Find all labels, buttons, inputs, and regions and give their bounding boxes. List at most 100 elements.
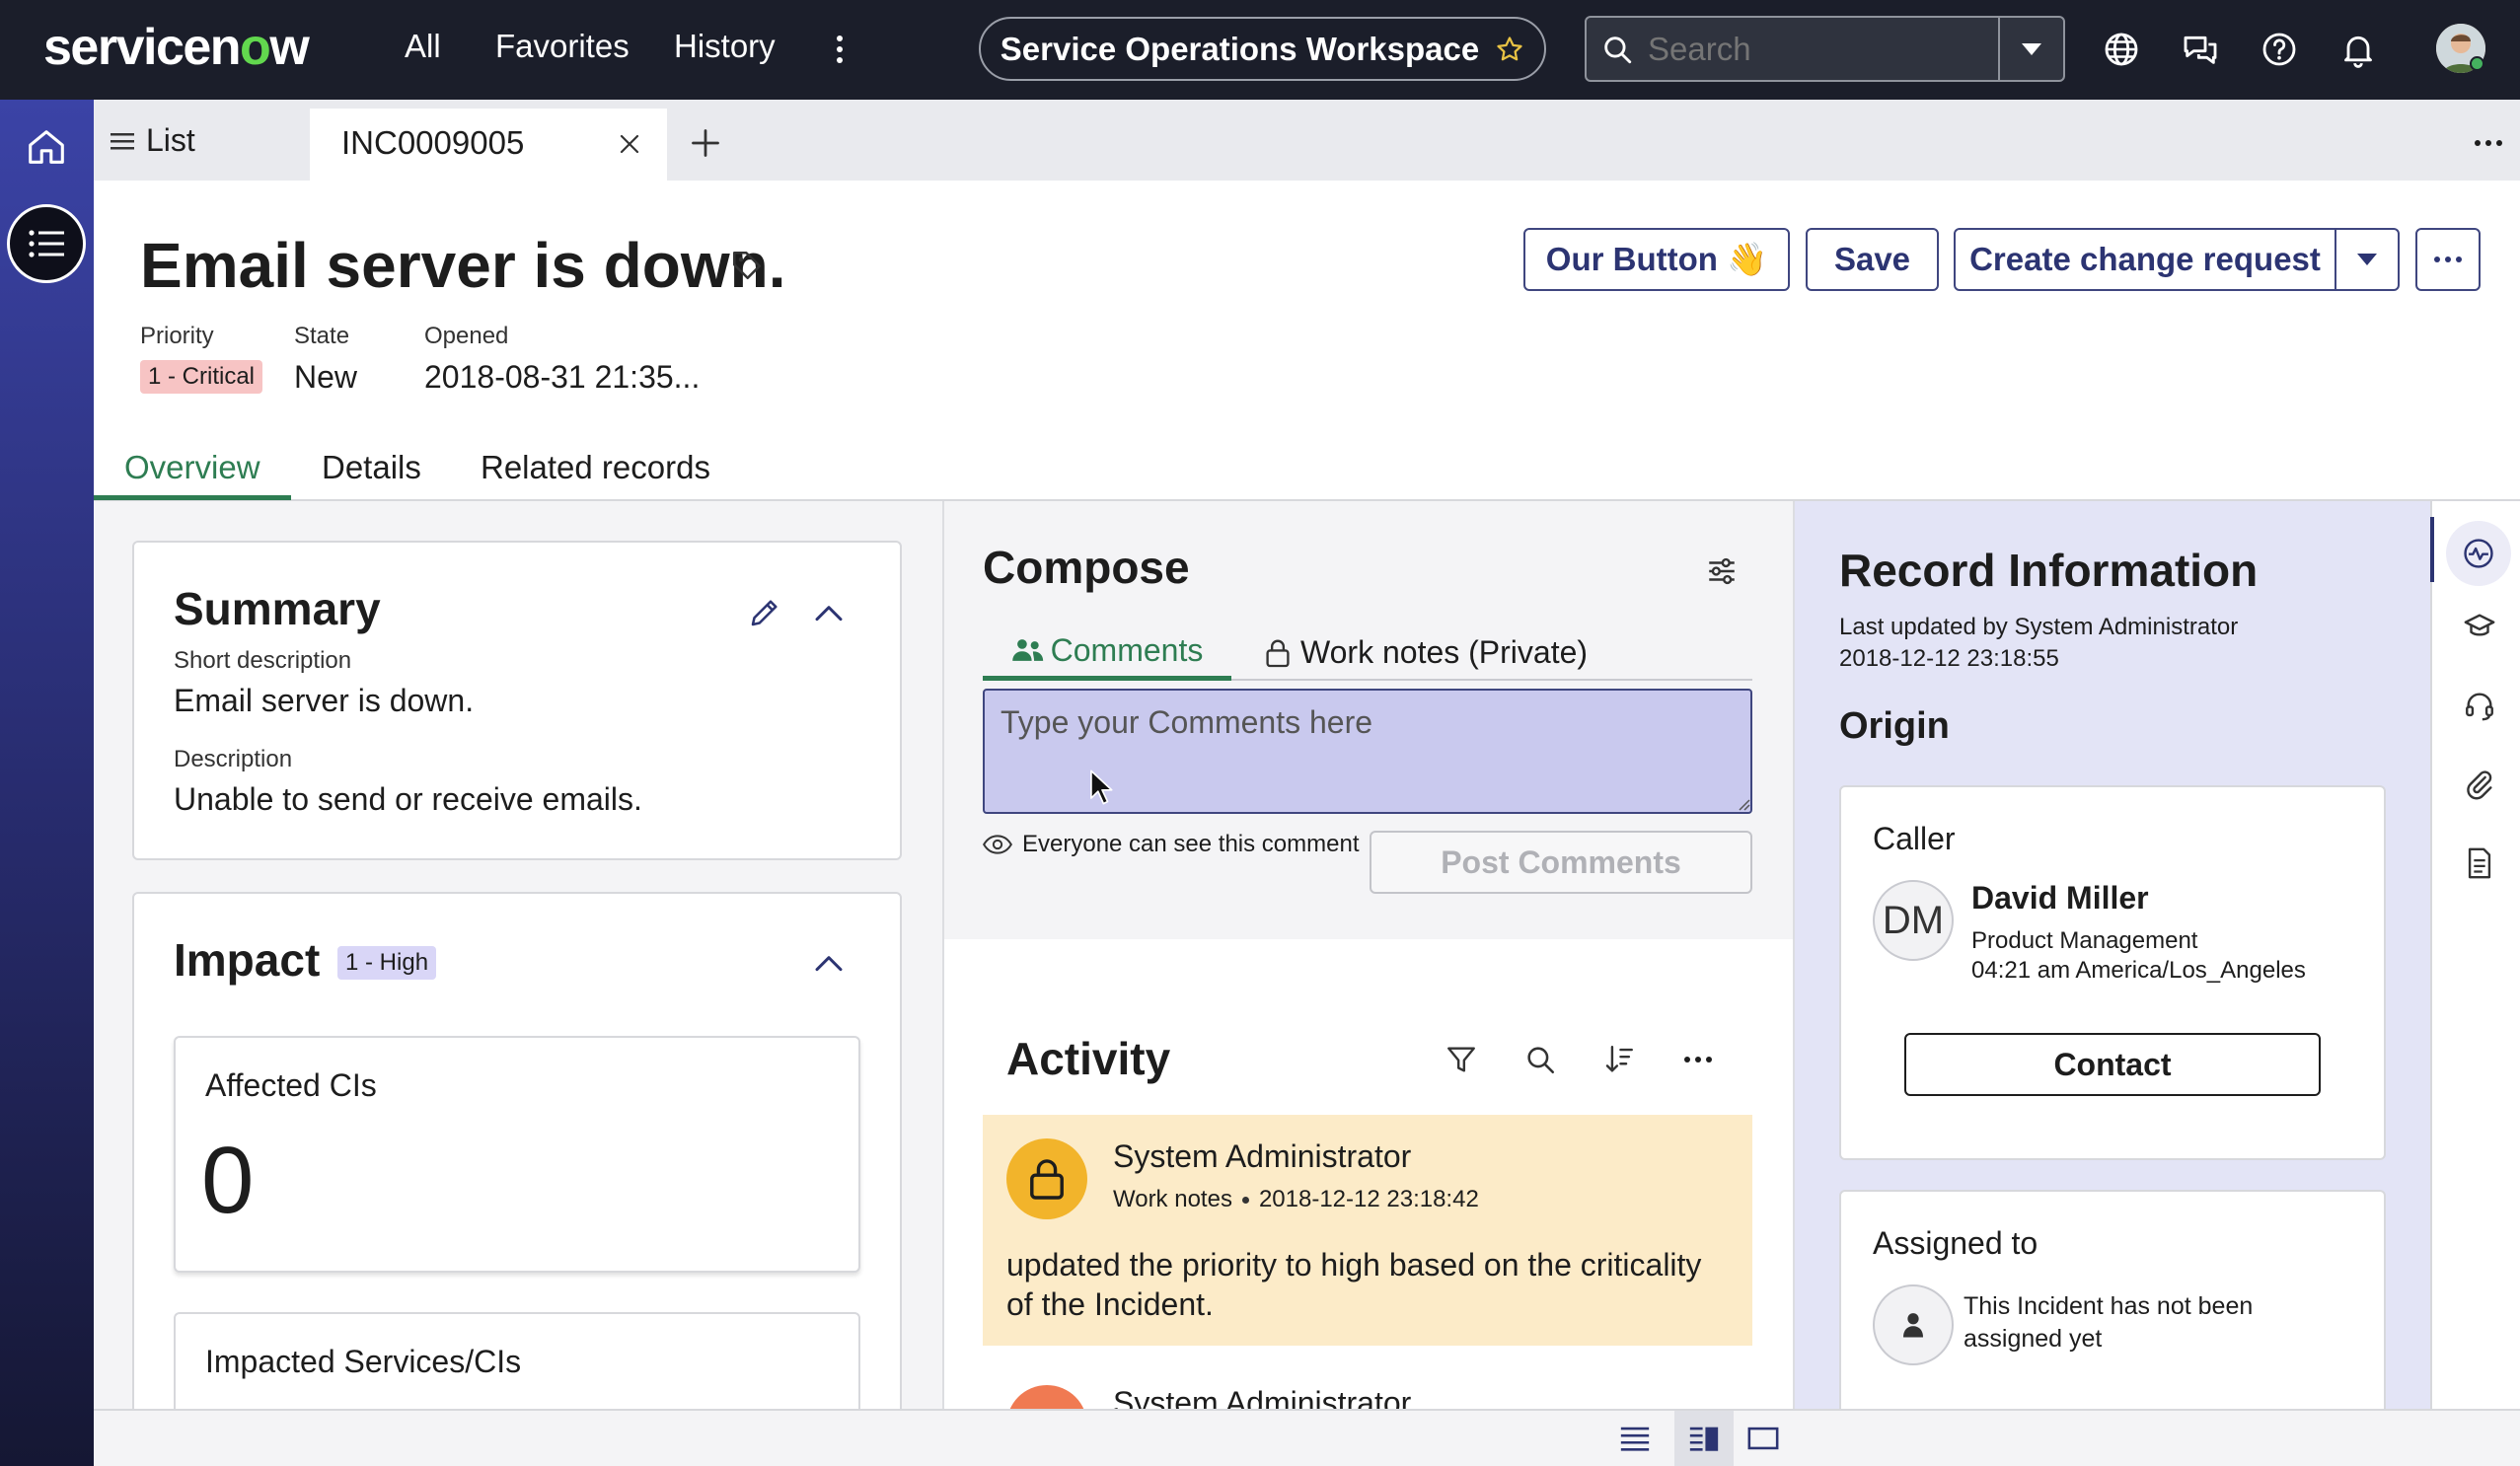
tab-bar-more-icon[interactable] <box>2475 140 2502 146</box>
caller-department: Product Management <box>1971 927 2198 954</box>
global-search[interactable] <box>1585 16 2065 82</box>
visibility-text: Everyone can see this comment <box>1022 831 1360 857</box>
tab-list-label: List <box>146 122 195 158</box>
tab-comments-label: Comments <box>1050 631 1204 668</box>
sidebar-record-info-button[interactable] <box>2446 521 2511 586</box>
record-information-title: Record Information <box>1839 545 2259 596</box>
more-actions-button[interactable] <box>2415 228 2481 291</box>
activity-type: Work notes <box>1113 1186 1232 1212</box>
caller-local-time: 04:21 am America/Los_Angeles <box>1971 957 2306 984</box>
activity-title: Activity <box>1006 1033 1171 1084</box>
comment-visibility-note: Everyone can see this comment <box>983 831 1360 858</box>
separator-dot <box>1241 1196 1249 1204</box>
tab-details[interactable]: Details <box>322 449 421 486</box>
activity-more-icon[interactable] <box>1684 1057 1712 1063</box>
tab-record-label: INC0009005 <box>341 124 525 161</box>
lock-icon <box>1266 638 1290 667</box>
tab-overview[interactable]: Overview <box>124 449 260 486</box>
star-icon[interactable] <box>1495 35 1524 64</box>
collapse-chevron-up-icon[interactable] <box>813 599 845 626</box>
caret-down-icon <box>2022 42 2041 55</box>
list-menu-button[interactable] <box>7 204 86 283</box>
caller-name[interactable]: David Miller <box>1971 880 2149 916</box>
chat-icon[interactable] <box>2181 30 2220 69</box>
home-icon[interactable] <box>24 124 69 170</box>
assigned-text-line: assigned yet <box>1964 1325 2103 1353</box>
create-change-request-button[interactable]: Create change request <box>1954 228 2336 291</box>
left-rail <box>0 100 94 1466</box>
lock-icon <box>1030 1159 1064 1200</box>
post-comments-button[interactable]: Post Comments <box>1370 831 1752 894</box>
description-label: Description <box>174 746 293 772</box>
workspace-selector[interactable]: Service Operations Workspace <box>979 17 1546 81</box>
caller-avatar[interactable]: DM <box>1873 880 1954 961</box>
close-tab-icon[interactable] <box>618 132 641 156</box>
work-note-avatar <box>1006 1138 1087 1219</box>
contact-button[interactable]: Contact <box>1904 1033 2321 1096</box>
opened-label: Opened <box>424 323 509 349</box>
impact-badge: 1 - High <box>337 946 437 980</box>
tab-list[interactable]: List <box>111 122 195 159</box>
servicenow-logo[interactable]: servicenow <box>43 18 310 77</box>
activity-timestamp: 2018-12-12 23:18:42 <box>1258 1186 1479 1212</box>
priority-badge: 1 - Critical <box>140 360 263 394</box>
edit-pencil-icon[interactable] <box>747 595 782 630</box>
notifications-bell-icon[interactable] <box>2338 30 2378 69</box>
nav-all[interactable]: All <box>405 28 441 65</box>
globe-icon[interactable] <box>2102 30 2141 69</box>
tag-icon[interactable] <box>730 249 764 282</box>
priority-label: Priority <box>140 323 214 349</box>
headset-icon[interactable] <box>2463 689 2496 722</box>
state-value: New <box>294 359 358 395</box>
search-icon <box>1604 36 1632 63</box>
single-column-layout-icon[interactable] <box>1618 1424 1652 1453</box>
graduation-cap-icon[interactable] <box>2463 610 2496 643</box>
eye-icon <box>983 835 1012 854</box>
create-change-request-dropdown[interactable] <box>2335 228 2400 291</box>
tab-work-notes[interactable]: Work notes (Private) <box>1265 624 1588 681</box>
more-menu-icon[interactable] <box>827 30 852 69</box>
add-tab-icon[interactable] <box>691 128 720 158</box>
workspace-name: Service Operations Workspace <box>1000 30 1480 67</box>
presence-status-indicator <box>2470 56 2484 71</box>
active-sidebar-indicator <box>2430 517 2434 582</box>
last-updated-by: Last updated by System Administrator <box>1839 614 2239 640</box>
tab-comments[interactable]: Comments <box>983 624 1231 681</box>
nav-history[interactable]: History <box>674 28 776 65</box>
compose-settings-icon[interactable] <box>1705 554 1739 588</box>
save-button[interactable]: Save <box>1806 228 1939 291</box>
compose-title: Compose <box>983 542 1190 593</box>
our-button[interactable]: Our Button 👋 <box>1523 228 1790 291</box>
activity-text-line: updated the priority to high based on th… <box>1006 1247 1702 1283</box>
two-column-layout-icon[interactable] <box>1687 1424 1721 1453</box>
person-icon <box>1903 1313 1923 1338</box>
activity-text: updated the priority to high based on th… <box>1006 1245 1701 1324</box>
resize-grip-icon[interactable] <box>1737 797 1750 811</box>
top-navigation-bar: servicenow All Favorites History Service… <box>0 0 2520 100</box>
record-title: Email server is down. <box>140 230 786 301</box>
impact-title: Impact <box>174 934 321 986</box>
paperclip-icon[interactable] <box>2463 768 2496 801</box>
last-updated-at: 2018-12-12 23:18:55 <box>1839 645 2059 672</box>
help-icon[interactable] <box>2260 30 2299 69</box>
short-description-value: Email server is down. <box>174 683 475 718</box>
affected-cis-label: Affected CIs <box>205 1067 377 1103</box>
tab-related-records[interactable]: Related records <box>481 449 710 486</box>
search-scope-dropdown[interactable] <box>1998 18 2063 80</box>
collapse-chevron-up-icon[interactable] <box>813 949 845 977</box>
people-icon <box>1011 639 1043 661</box>
assigned-to-label: Assigned to <box>1873 1225 2038 1261</box>
nav-favorites[interactable]: Favorites <box>495 28 630 65</box>
search-icon[interactable] <box>1523 1043 1557 1076</box>
unassigned-avatar <box>1873 1284 1954 1365</box>
list-icon <box>29 230 64 257</box>
full-width-layout-icon[interactable] <box>1746 1424 1780 1453</box>
mouse-cursor-icon <box>1090 770 1113 805</box>
sort-icon[interactable] <box>1602 1043 1636 1076</box>
search-input[interactable] <box>1648 30 2003 68</box>
tab-incident-record[interactable]: INC0009005 <box>310 109 667 181</box>
filter-icon[interactable] <box>1445 1043 1478 1076</box>
document-icon[interactable] <box>2463 846 2496 880</box>
summary-title: Summary <box>174 583 381 634</box>
active-tab-indicator <box>94 495 291 500</box>
